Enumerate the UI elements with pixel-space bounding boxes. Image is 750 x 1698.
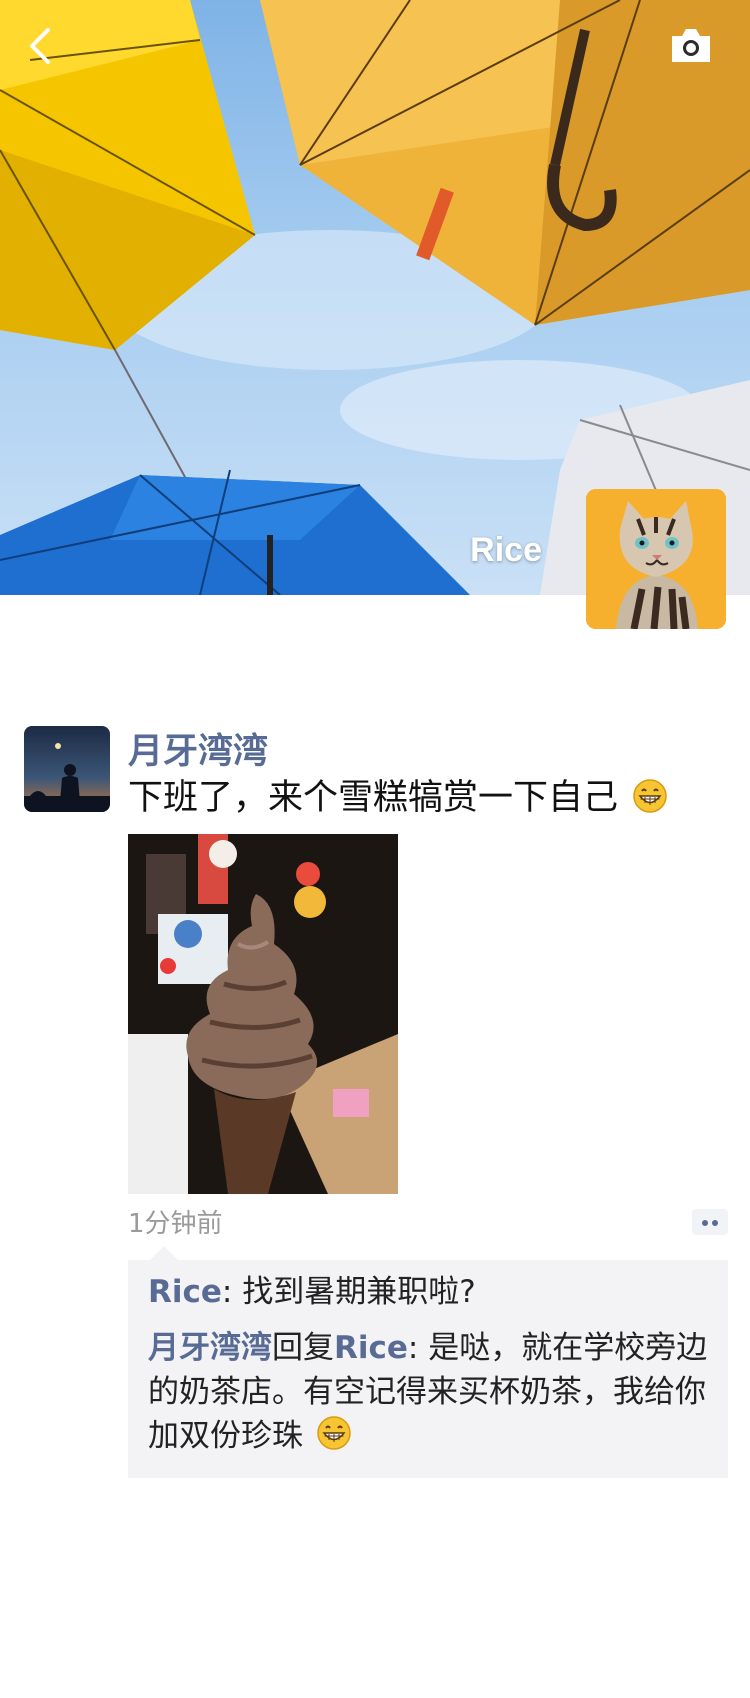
reply-word: 回复 <box>272 1330 334 1366</box>
more-actions-button[interactable] <box>692 1209 728 1235</box>
post-text: 下班了，来个雪糕犒赏一下自己 <box>128 774 667 822</box>
comment-author[interactable]: Rice <box>148 1274 222 1310</box>
more-dots-icon <box>702 1220 708 1226</box>
back-button[interactable] <box>22 22 62 70</box>
comment-author[interactable]: 月牙湾湾 <box>148 1330 272 1366</box>
camera-button[interactable] <box>668 24 714 66</box>
ice-cream-photo <box>128 834 398 1194</box>
grinning-face-emoji-icon <box>317 1416 351 1450</box>
post-photo[interactable] <box>128 834 398 1194</box>
comment-separator: : <box>221 1274 243 1310</box>
author-avatar[interactable] <box>24 726 110 812</box>
comments-pointer <box>150 1246 178 1260</box>
night-silhouette-avatar-image <box>24 726 110 812</box>
cat-avatar-image <box>586 489 726 629</box>
post-text-content: 下班了，来个雪糕犒赏一下自己 <box>128 778 619 818</box>
reply-to-name[interactable]: Rice <box>334 1330 408 1366</box>
comment-separator: : <box>407 1330 429 1366</box>
post-timestamp: 1分钟前 <box>128 1209 223 1239</box>
profile-avatar[interactable] <box>586 489 726 629</box>
comment-text: 找到暑期兼职啦? <box>242 1274 476 1310</box>
comment-item[interactable]: Rice: 找到暑期兼职啦? <box>148 1270 708 1314</box>
grinning-face-emoji-icon <box>633 779 667 813</box>
chevron-left-icon <box>30 28 50 64</box>
more-dots-icon-2 <box>712 1220 718 1226</box>
post-author-name[interactable]: 月牙湾湾 <box>128 728 268 776</box>
profile-name[interactable]: Rice <box>470 530 542 570</box>
comment-item[interactable]: 月牙湾湾回复Rice: 是哒，就在学校旁边的奶茶店。有空记得来买杯奶茶，我给你加… <box>148 1326 708 1458</box>
comment-list: Rice: 找到暑期兼职啦? 月牙湾湾回复Rice: 是哒，就在学校旁边的奶茶店… <box>128 1260 728 1478</box>
camera-icon <box>672 29 710 62</box>
